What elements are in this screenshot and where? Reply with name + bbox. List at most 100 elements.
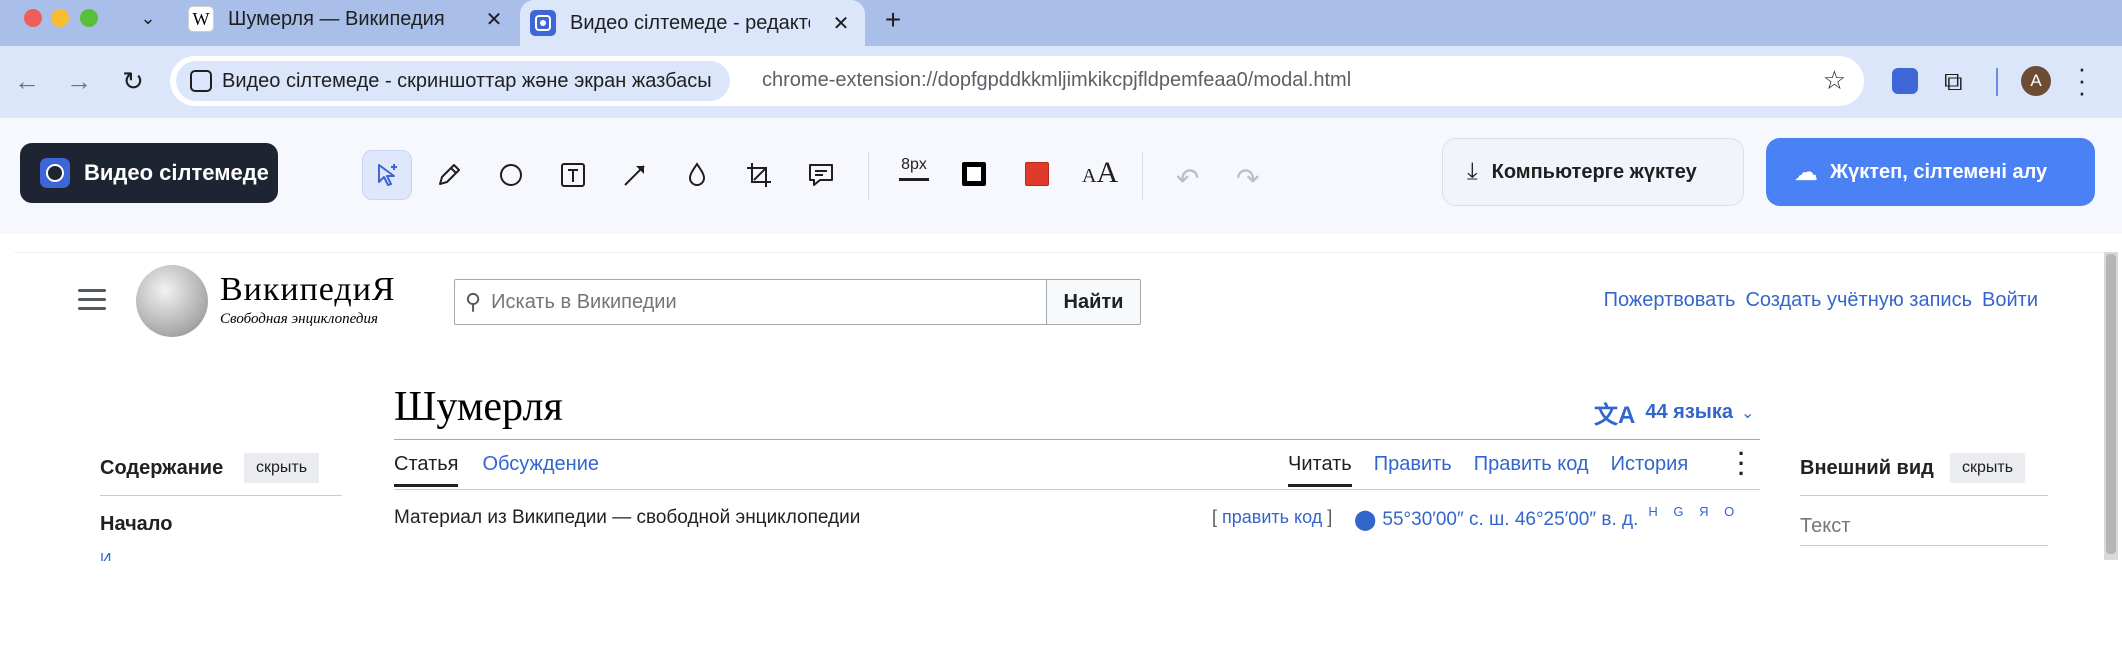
tab-search-chevron-icon[interactable]: ⌄: [136, 6, 160, 30]
tab-title: Шумерля — Википедия: [228, 7, 445, 30]
blur-tool-button[interactable]: [672, 150, 722, 200]
redo-icon[interactable]: ↷: [1236, 162, 1259, 195]
text-tool-button[interactable]: [548, 150, 598, 200]
wikipedia-globe-logo-icon[interactable]: [136, 265, 208, 337]
search-icon: ⚲: [465, 289, 482, 314]
toc-item-clipped: И: [100, 551, 112, 561]
extensions-puzzle-icon[interactable]: ⧉: [1944, 66, 1963, 98]
main-menu-icon[interactable]: [78, 289, 106, 316]
address-bar[interactable]: Видео сілтемеде - скриншоттар және экран…: [170, 56, 1864, 106]
wikipedia-tagline: Свободная энциклопедия: [220, 311, 378, 327]
undo-icon[interactable]: ↶: [1176, 162, 1199, 195]
window-minimize-button[interactable]: [51, 9, 69, 27]
download-icon: ⤓: [1467, 158, 1478, 185]
tab-edit[interactable]: Править: [1374, 453, 1452, 487]
window-zoom-button[interactable]: [80, 9, 98, 27]
wikipedia-favicon-icon: W: [188, 6, 214, 32]
canvas-scrollbar[interactable]: [2104, 252, 2118, 560]
edit-code-link[interactable]: править код: [1222, 507, 1322, 527]
fill-color-swatch[interactable]: [1025, 162, 1049, 186]
crop-icon: [747, 163, 771, 187]
stroke-size-button[interactable]: 8px: [892, 156, 936, 181]
appearance-hide-button[interactable]: скрыть: [1950, 453, 2026, 483]
login-link[interactable]: Войти: [1982, 289, 2038, 312]
coordinates[interactable]: ⬤ 55°30′00″ с. ш. 46°25′00″ в. д. Н G Я …: [1354, 504, 1740, 532]
forward-arrow-icon[interactable]: →: [62, 64, 96, 98]
window-close-button[interactable]: [24, 9, 42, 27]
browser-tab-strip: ⌄ W Шумерля — Википедия ✕ Видео сілтемед…: [0, 0, 2122, 46]
wiki-search-input[interactable]: [491, 290, 1012, 314]
wiki-search-button[interactable]: Найти: [1046, 279, 1141, 325]
profile-avatar[interactable]: A: [2021, 66, 2051, 96]
tab-article[interactable]: Статья: [394, 453, 459, 487]
cloud-upload-icon: ☁: [1794, 158, 1818, 186]
browser-menu-icon[interactable]: · · ·: [2072, 55, 2092, 105]
brand-badge: Видео сілтемеде: [20, 143, 278, 203]
translate-icon: 文A: [1594, 402, 1636, 429]
select-tool-button[interactable]: [362, 150, 412, 200]
tab-editor[interactable]: Видео сілтемеде - редактор ✕: [520, 0, 865, 46]
video-extension-icon[interactable]: [1892, 68, 1918, 94]
font-size-icon[interactable]: AA: [1082, 156, 1118, 190]
address-url[interactable]: chrome-extension://dopfgpddkkmljimkikcpj…: [762, 69, 1351, 92]
toc-item-start[interactable]: Начало: [100, 513, 172, 536]
namespace-tabs: Статья Обсуждение: [394, 453, 623, 487]
language-selector[interactable]: 文A 44 языка ⌄: [1594, 395, 1754, 430]
tabs-divider: [394, 489, 1760, 490]
select-icon: [378, 164, 397, 186]
captured-screenshot[interactable]: ВикипедиЯ Свободная энциклопедия ⚲ Найти…: [14, 252, 2104, 561]
toc-hide-button[interactable]: скрыть: [244, 453, 320, 483]
wikipedia-wordmark[interactable]: ВикипедиЯ: [220, 271, 396, 309]
appearance-divider: [1800, 545, 2048, 546]
tab-edit-source[interactable]: Править код: [1474, 453, 1589, 487]
user-links: Пожертвовать Создать учётную запись Войт…: [1594, 289, 2038, 312]
comment-icon: [809, 164, 833, 186]
download-button[interactable]: ⤓ Компьютерге жүктеу: [1442, 138, 1744, 206]
new-tab-plus-icon[interactable]: +: [878, 4, 908, 36]
toc-heading: Содержание: [100, 457, 224, 479]
site-info-chip[interactable]: Видео сілтемеде - скриншоттар және экран…: [176, 61, 730, 101]
tab-close-icon[interactable]: ✕: [829, 11, 853, 36]
toolbar-divider: [1142, 152, 1143, 200]
reload-icon[interactable]: ↻: [116, 64, 150, 98]
stroke-color-swatch[interactable]: [962, 162, 986, 186]
tab-read[interactable]: Читать: [1288, 453, 1352, 487]
comment-tool-button[interactable]: [796, 150, 846, 200]
appearance-text-label: Текст: [1800, 515, 1851, 537]
crop-tool-button[interactable]: [734, 150, 784, 200]
appearance-divider: [1800, 495, 2048, 496]
site-subtitle: Материал из Википедии — свободной энцикл…: [394, 507, 861, 528]
toolbar-divider: [868, 152, 869, 200]
ellipse-tool-button[interactable]: [486, 150, 536, 200]
view-tabs: Читать Править Править код История: [1288, 453, 1710, 487]
back-arrow-icon[interactable]: ←: [10, 64, 44, 98]
map-service-links[interactable]: Н G Я О: [1648, 504, 1740, 519]
more-actions-icon[interactable]: · · ·: [1738, 443, 1745, 485]
brand-logo-icon: [40, 158, 70, 188]
blur-drop-icon: [688, 162, 706, 186]
tab-close-icon[interactable]: ✕: [482, 7, 506, 32]
editor-canvas[interactable]: ВикипедиЯ Свободная энциклопедия ⚲ Найти…: [0, 234, 2122, 664]
donate-link[interactable]: Пожертвовать: [1604, 289, 1736, 312]
page-title: Шумерля: [394, 384, 563, 430]
arrow-tool-button[interactable]: [610, 150, 660, 200]
appearance-heading: Внешний вид: [1800, 457, 1934, 479]
arrow-icon: [624, 165, 645, 186]
stroke-size-label: 8px: [901, 156, 927, 173]
wiki-search-box[interactable]: ⚲: [454, 279, 1060, 325]
pencil-tool-button[interactable]: [424, 150, 474, 200]
upload-button[interactable]: ☁ Жүктеп, сілтемені алу: [1766, 138, 2095, 206]
extension-favicon-icon: [530, 10, 556, 36]
coordinates-text[interactable]: 55°30′00″ с. ш. 46°25′00″ в. д.: [1382, 509, 1638, 531]
editor-toolbar: Видео сілтемеде 8px AA ↶ ↷ ⤓ Компьютерге…: [0, 118, 2122, 234]
chevron-down-icon: ⌄: [1740, 404, 1755, 422]
bookmark-star-icon[interactable]: ☆: [1823, 65, 1846, 96]
tab-talk[interactable]: Обсуждение: [482, 453, 599, 487]
create-account-link[interactable]: Создать учётную запись: [1745, 289, 1972, 312]
scrollbar-thumb[interactable]: [2106, 254, 2116, 554]
edit-code-link-wrapper: [ править код ]: [1212, 507, 1333, 527]
tab-history[interactable]: История: [1611, 453, 1689, 487]
ellipse-icon: [500, 164, 522, 186]
tab-wikipedia[interactable]: W Шумерля — Википедия ✕: [178, 0, 518, 38]
site-name: Видео сілтемеде - скриншоттар және экран…: [222, 69, 712, 92]
